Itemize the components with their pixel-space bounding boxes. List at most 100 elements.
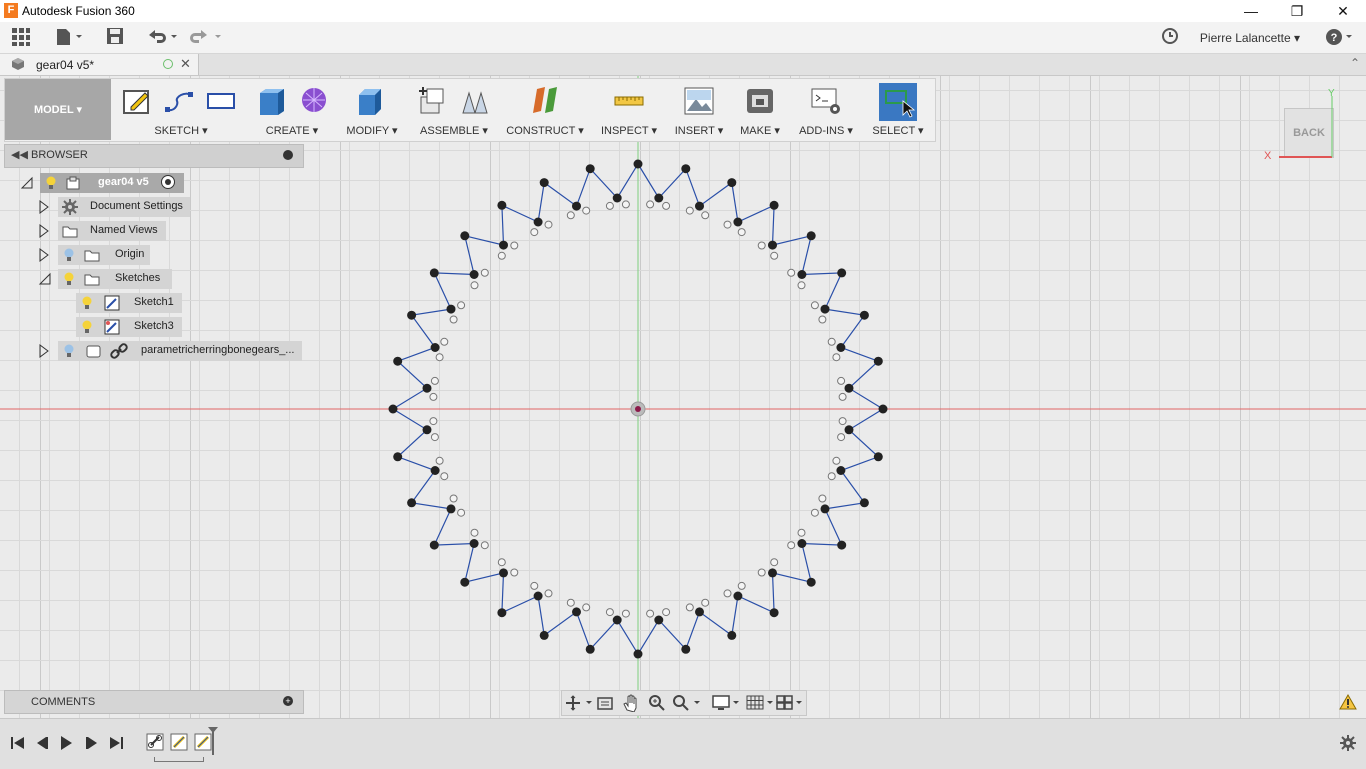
construction-point[interactable] bbox=[757, 241, 766, 250]
step-back-icon[interactable] bbox=[34, 735, 50, 751]
construction-point[interactable] bbox=[818, 494, 827, 503]
construction-point[interactable] bbox=[797, 281, 806, 290]
select-icon[interactable] bbox=[879, 83, 917, 121]
sketch-point[interactable] bbox=[393, 452, 403, 462]
tree-item-origin[interactable]: Origin bbox=[58, 245, 150, 265]
construction-point[interactable] bbox=[530, 581, 539, 590]
sketch-point[interactable] bbox=[430, 466, 440, 475]
go-to-start-icon[interactable] bbox=[10, 735, 26, 751]
construction-point[interactable] bbox=[757, 568, 766, 577]
construction-point[interactable] bbox=[662, 201, 671, 210]
new-component-icon[interactable] bbox=[417, 85, 449, 117]
construction-point[interactable] bbox=[566, 598, 575, 607]
tree-item-linked-component[interactable]: parametricherringbonegears_... bbox=[58, 341, 302, 361]
sketch-point[interactable] bbox=[797, 270, 807, 279]
arc-icon[interactable] bbox=[163, 85, 195, 117]
tree-item-named-views[interactable]: Named Views bbox=[58, 221, 166, 241]
tree-expander-origin[interactable] bbox=[38, 248, 50, 265]
sketch-point[interactable] bbox=[460, 231, 470, 241]
construction-point[interactable] bbox=[810, 301, 819, 310]
close-window-button[interactable]: ✕ bbox=[1320, 0, 1366, 22]
tree-expander-linked-component[interactable] bbox=[38, 344, 50, 361]
offset-plane-icon[interactable] bbox=[529, 85, 561, 117]
sketch-point[interactable] bbox=[497, 608, 507, 618]
tree-item-sketch1[interactable]: Sketch1 bbox=[76, 293, 182, 313]
select-group[interactable]: SELECT ▾ bbox=[869, 79, 927, 141]
construct-group[interactable]: CONSTRUCT ▾ bbox=[505, 79, 585, 141]
construction-point[interactable] bbox=[582, 603, 591, 612]
form-icon[interactable] bbox=[298, 85, 330, 117]
play-icon[interactable] bbox=[58, 735, 74, 751]
tree-expander-root[interactable] bbox=[20, 176, 34, 193]
sketch-point[interactable] bbox=[859, 498, 869, 508]
comments-panel-header[interactable]: COMMENTS + bbox=[4, 690, 304, 714]
zoom-icon[interactable] bbox=[648, 694, 666, 712]
sketch-point[interactable] bbox=[844, 383, 854, 393]
construction-point[interactable] bbox=[544, 589, 553, 598]
construction-point[interactable] bbox=[544, 220, 553, 229]
construction-point[interactable] bbox=[723, 589, 732, 598]
construction-point[interactable] bbox=[621, 609, 630, 618]
modify-group[interactable]: MODIFY ▾ bbox=[343, 79, 401, 141]
insert-image-icon[interactable] bbox=[683, 85, 715, 117]
construction-point[interactable] bbox=[827, 337, 836, 346]
sketch-point[interactable] bbox=[654, 615, 664, 625]
construction-point[interactable] bbox=[662, 608, 671, 617]
construction-point[interactable] bbox=[430, 376, 439, 385]
construction-point[interactable] bbox=[480, 268, 489, 277]
sketch-point[interactable] bbox=[727, 178, 737, 188]
design-canvas[interactable] bbox=[0, 76, 1366, 718]
inspect-group[interactable]: INSPECT ▾ bbox=[595, 79, 663, 141]
sketch-point[interactable] bbox=[469, 270, 479, 279]
sketch-point[interactable] bbox=[612, 193, 622, 203]
construction-point[interactable] bbox=[566, 211, 575, 220]
tree-item-document-settings[interactable]: Document Settings bbox=[58, 197, 190, 217]
construction-point[interactable] bbox=[435, 353, 444, 362]
construction-point[interactable] bbox=[605, 608, 614, 617]
construction-point[interactable] bbox=[510, 568, 519, 577]
construction-point[interactable] bbox=[621, 200, 630, 209]
sketch-point[interactable] bbox=[695, 607, 704, 617]
sketch-point[interactable] bbox=[806, 231, 816, 241]
minimize-button[interactable]: — bbox=[1228, 0, 1274, 22]
sketch-point[interactable] bbox=[681, 164, 691, 174]
construction-point[interactable] bbox=[530, 228, 539, 237]
sketch-point[interactable] bbox=[837, 268, 847, 278]
construction-point[interactable] bbox=[837, 376, 846, 385]
sketch-point[interactable] bbox=[837, 540, 847, 550]
viewports-icon[interactable] bbox=[776, 694, 806, 712]
sketch-point[interactable] bbox=[460, 577, 470, 587]
construction-point[interactable] bbox=[470, 528, 479, 537]
sketch-point[interactable] bbox=[539, 178, 549, 188]
fit-zoom-icon[interactable] bbox=[672, 694, 704, 712]
tree-expander-document-settings[interactable] bbox=[38, 200, 50, 217]
sketch-point[interactable] bbox=[873, 356, 883, 366]
sketch-point[interactable] bbox=[572, 201, 581, 211]
sketch-point[interactable] bbox=[446, 304, 456, 314]
scripts-icon[interactable] bbox=[810, 85, 842, 117]
construction-point[interactable] bbox=[797, 528, 806, 537]
construction-point[interactable] bbox=[605, 201, 614, 210]
visibility-bulb-icon[interactable] bbox=[63, 344, 75, 361]
construction-point[interactable] bbox=[646, 609, 655, 618]
sketch-point[interactable] bbox=[733, 217, 743, 227]
sketch-point[interactable] bbox=[585, 644, 595, 654]
sketch-point[interactable] bbox=[806, 577, 816, 587]
sketch-point[interactable] bbox=[429, 540, 439, 550]
joint-icon[interactable] bbox=[459, 85, 491, 117]
sketch-point[interactable] bbox=[768, 568, 777, 578]
construction-point[interactable] bbox=[497, 558, 506, 567]
redo-icon[interactable] bbox=[189, 27, 223, 49]
construction-point[interactable] bbox=[449, 315, 458, 324]
sketch-point[interactable] bbox=[633, 159, 643, 169]
job-status-clock-icon[interactable] bbox=[1160, 27, 1180, 49]
construction-point[interactable] bbox=[470, 281, 479, 290]
sketch-point[interactable] bbox=[533, 217, 543, 227]
tree-expander-named-views[interactable] bbox=[38, 224, 50, 241]
sketch-point[interactable] bbox=[539, 630, 549, 640]
sketch-point[interactable] bbox=[797, 539, 807, 548]
grid-snaps-icon[interactable] bbox=[746, 694, 776, 712]
look-at-icon[interactable] bbox=[596, 695, 614, 711]
construction-point[interactable] bbox=[701, 211, 710, 220]
sketch-point[interactable] bbox=[878, 404, 888, 414]
